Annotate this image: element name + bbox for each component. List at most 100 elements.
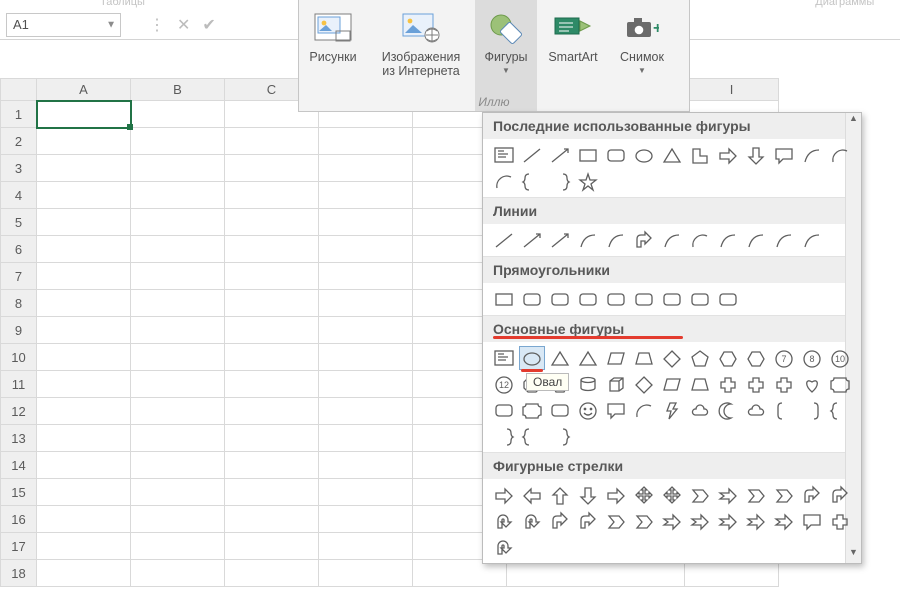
shape-option[interactable] [575, 509, 601, 533]
shape-option[interactable] [799, 483, 825, 507]
shape-option[interactable] [799, 398, 825, 422]
cell[interactable] [131, 317, 225, 344]
shape-option[interactable] [827, 509, 853, 533]
cell[interactable] [131, 182, 225, 209]
shape-option[interactable]: 8 [799, 346, 825, 370]
shape-option[interactable] [659, 287, 685, 311]
shape-option[interactable] [771, 483, 797, 507]
shape-option[interactable] [687, 228, 713, 252]
cell[interactable] [319, 263, 413, 290]
cell[interactable] [225, 128, 319, 155]
cell[interactable] [225, 290, 319, 317]
cell[interactable] [131, 344, 225, 371]
shape-option[interactable] [771, 228, 797, 252]
name-box-input[interactable] [7, 17, 120, 32]
shape-option[interactable] [575, 372, 601, 396]
shape-option[interactable] [687, 483, 713, 507]
row-header[interactable]: 12 [1, 398, 37, 425]
shape-option[interactable] [631, 346, 657, 370]
cell[interactable] [225, 155, 319, 182]
cell[interactable] [319, 452, 413, 479]
shape-option[interactable] [743, 398, 769, 422]
shape-option[interactable] [743, 143, 769, 167]
shape-option[interactable] [659, 509, 685, 533]
shape-option[interactable] [687, 372, 713, 396]
cell[interactable] [37, 182, 131, 209]
cell[interactable] [37, 155, 131, 182]
cell[interactable] [319, 344, 413, 371]
shape-option[interactable] [603, 483, 629, 507]
cell[interactable] [131, 452, 225, 479]
shape-option[interactable] [491, 509, 517, 533]
cancel-icon[interactable]: ✕ [177, 15, 190, 35]
shape-option[interactable] [743, 372, 769, 396]
cell[interactable] [225, 452, 319, 479]
cell[interactable] [225, 560, 319, 587]
shape-option[interactable] [743, 346, 769, 370]
cell[interactable] [225, 209, 319, 236]
row-header[interactable]: 14 [1, 452, 37, 479]
shape-option[interactable] [659, 228, 685, 252]
shape-option[interactable] [491, 287, 517, 311]
cell[interactable] [131, 425, 225, 452]
shape-option[interactable] [575, 228, 601, 252]
cell[interactable] [37, 479, 131, 506]
shape-option[interactable] [827, 483, 853, 507]
shape-option[interactable] [631, 228, 657, 252]
shape-option[interactable] [603, 346, 629, 370]
shape-option[interactable] [687, 346, 713, 370]
shape-option[interactable] [631, 372, 657, 396]
shape-option[interactable] [743, 228, 769, 252]
shape-option[interactable] [743, 483, 769, 507]
cell[interactable] [319, 290, 413, 317]
row-header[interactable]: 11 [1, 371, 37, 398]
shape-option[interactable] [659, 372, 685, 396]
shape-option[interactable] [575, 483, 601, 507]
row-header[interactable]: 13 [1, 425, 37, 452]
cell[interactable] [37, 533, 131, 560]
shape-option[interactable] [715, 228, 741, 252]
cell[interactable] [225, 317, 319, 344]
cell[interactable] [319, 209, 413, 236]
shape-option[interactable] [575, 287, 601, 311]
cell[interactable] [131, 398, 225, 425]
cell[interactable] [319, 560, 413, 587]
shape-option[interactable] [547, 424, 573, 448]
cell[interactable] [131, 263, 225, 290]
shape-option[interactable] [631, 143, 657, 167]
cell[interactable] [37, 398, 131, 425]
cell[interactable] [319, 317, 413, 344]
shape-option[interactable] [519, 143, 545, 167]
col-header[interactable]: B [131, 79, 225, 101]
row-header[interactable]: 9 [1, 317, 37, 344]
row-header[interactable]: 1 [1, 101, 37, 128]
shape-option[interactable] [491, 424, 517, 448]
cell[interactable] [131, 209, 225, 236]
shape-option[interactable] [715, 346, 741, 370]
shape-option[interactable] [491, 535, 517, 559]
shape-option[interactable] [603, 287, 629, 311]
shape-option[interactable] [575, 143, 601, 167]
shape-option[interactable] [827, 372, 853, 396]
cell[interactable] [225, 533, 319, 560]
shape-option[interactable] [603, 143, 629, 167]
shape-option[interactable] [547, 143, 573, 167]
shape-option[interactable] [687, 287, 713, 311]
cell[interactable] [319, 533, 413, 560]
shape-option[interactable] [491, 346, 517, 370]
shape-option[interactable] [771, 372, 797, 396]
shape-option[interactable] [715, 287, 741, 311]
shape-option[interactable] [743, 509, 769, 533]
row-header[interactable]: 16 [1, 506, 37, 533]
cell[interactable] [37, 425, 131, 452]
shape-option[interactable] [603, 228, 629, 252]
shape-option[interactable] [519, 398, 545, 422]
shape-option[interactable] [659, 346, 685, 370]
shape-option[interactable] [687, 509, 713, 533]
cell[interactable] [37, 452, 131, 479]
row-header[interactable]: 15 [1, 479, 37, 506]
shape-option[interactable] [799, 372, 825, 396]
col-header[interactable]: A [37, 79, 131, 101]
cell[interactable] [37, 506, 131, 533]
cell[interactable] [37, 128, 131, 155]
